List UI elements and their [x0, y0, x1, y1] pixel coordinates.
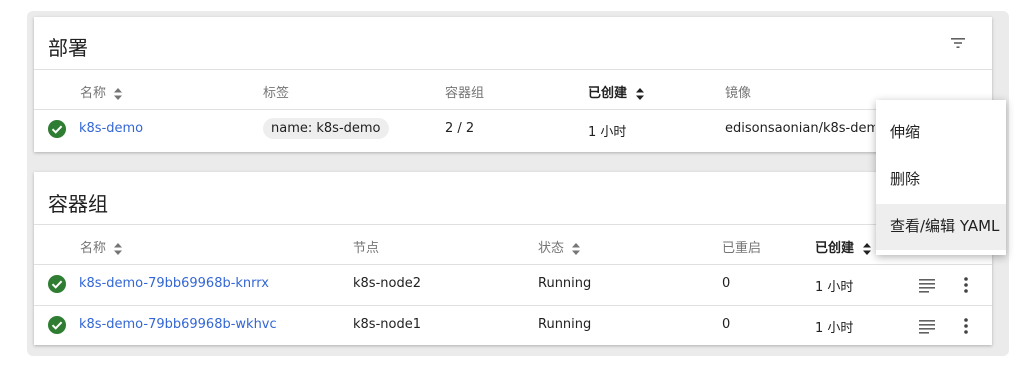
check-circle-icon: [48, 120, 66, 138]
header-image: 镜像: [725, 86, 752, 101]
header-name[interactable]: 名称: [80, 82, 123, 101]
header-name[interactable]: 名称: [80, 237, 123, 256]
header-created[interactable]: 已创建: [815, 237, 871, 256]
label-chip: name: k8s-demo: [263, 118, 389, 139]
logs-icon[interactable]: [918, 317, 936, 335]
sort-icon: [635, 87, 644, 100]
pod-node: k8s-node1: [353, 317, 421, 332]
menu-item-scale[interactable]: 伸缩: [876, 110, 1006, 154]
filter-icon[interactable]: [948, 33, 968, 53]
sort-icon: [862, 242, 871, 255]
pods-title: 容器组: [48, 192, 108, 216]
menu-item-edit-yaml[interactable]: 查看/编辑 YAML: [876, 204, 1006, 250]
check-circle-icon: [48, 316, 66, 334]
pod-status: Running: [538, 317, 592, 332]
context-menu: 伸缩 删除 查看/编辑 YAML: [876, 100, 1006, 255]
header-created[interactable]: 已创建: [588, 82, 644, 101]
deployments-card: 部署 名称 标签 容器组 已创建 镜像 k8s-demo name: k8s-d…: [34, 17, 992, 152]
pod-created: 1 小时: [815, 321, 854, 336]
header-status[interactable]: 状态: [538, 237, 581, 256]
header-restarts: 已重启: [722, 241, 762, 256]
sort-icon: [572, 242, 581, 255]
more-vert-icon[interactable]: [957, 276, 975, 294]
deployment-name-link[interactable]: k8s-demo: [79, 121, 143, 136]
sort-icon: [114, 87, 123, 100]
header-labels: 标签: [263, 86, 290, 101]
pod-restarts: 0: [722, 317, 731, 332]
sort-icon: [114, 242, 123, 255]
created-age: 1 小时: [588, 125, 627, 140]
pod-restarts: 0: [722, 276, 731, 291]
pod-status: Running: [538, 276, 592, 291]
logs-icon[interactable]: [918, 276, 936, 294]
pod-node: k8s-node2: [353, 276, 421, 291]
header-pods: 容器组: [445, 86, 485, 101]
deployments-title: 部署: [48, 36, 88, 60]
menu-item-delete[interactable]: 删除: [876, 157, 1006, 201]
pod-name-link[interactable]: k8s-demo-79bb69968b-knrrx: [79, 276, 269, 291]
header-node: 节点: [353, 241, 380, 256]
pods-card: 容器组 名称 节点 状态 已重启 已创建 k8s-demo-79bb69968b…: [34, 172, 992, 345]
more-vert-icon[interactable]: [957, 317, 975, 335]
image-name: edisonsaonian/k8s-demo: [725, 121, 875, 136]
pod-name-link[interactable]: k8s-demo-79bb69968b-wkhvc: [79, 317, 277, 332]
check-circle-icon: [48, 275, 66, 293]
pod-created: 1 小时: [815, 280, 854, 295]
pods-count: 2 / 2: [445, 121, 475, 136]
